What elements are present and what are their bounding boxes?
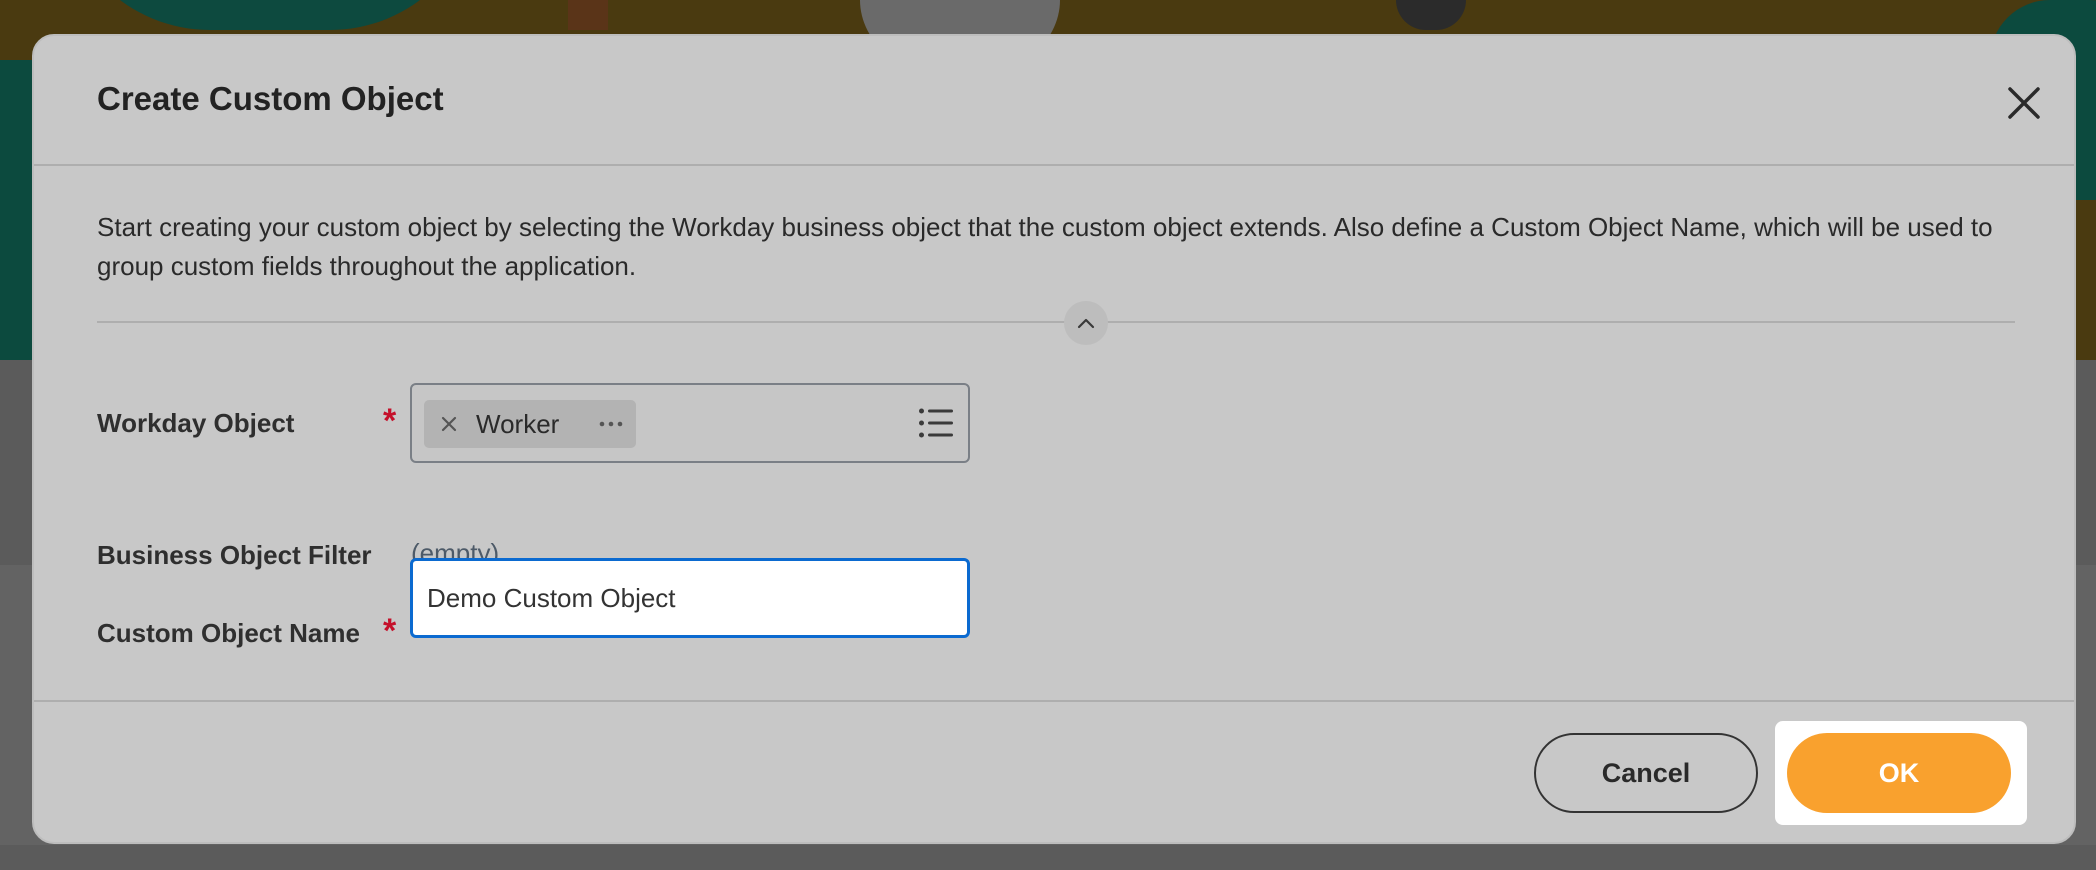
workday-object-label: Workday Object bbox=[97, 408, 295, 438]
selected-item-label: Worker bbox=[476, 408, 560, 439]
banner-tree-illustration bbox=[60, 0, 480, 30]
close-icon bbox=[2008, 87, 2040, 119]
workday-object-required-marker: * bbox=[383, 402, 397, 440]
dialog-title: Create Custom Object bbox=[97, 80, 444, 117]
custom-object-name-input[interactable] bbox=[410, 558, 970, 638]
business-object-filter-label: Business Object Filter bbox=[97, 540, 372, 570]
list-icon[interactable] bbox=[918, 407, 954, 439]
banner-person-illustration bbox=[1396, 0, 1466, 30]
cancel-button[interactable]: Cancel bbox=[1534, 733, 1758, 813]
workday-object-prompt[interactable]: Worker bbox=[410, 383, 970, 463]
remove-selection-button[interactable] bbox=[424, 400, 474, 448]
custom-object-name-label: Custom Object Name bbox=[97, 618, 360, 648]
chevron-up-icon bbox=[1077, 318, 1095, 329]
collapse-description-button[interactable] bbox=[1064, 301, 1108, 345]
dialog-description: Start creating your custom object by sel… bbox=[97, 212, 1993, 281]
description-divider bbox=[97, 321, 2015, 323]
footer-divider bbox=[34, 700, 2074, 702]
ok-button[interactable]: OK bbox=[1787, 733, 2011, 813]
dialog-header: Create Custom Object bbox=[34, 36, 2074, 166]
custom-object-name-required-marker: * bbox=[383, 612, 397, 650]
ellipsis-icon bbox=[599, 421, 623, 427]
banner-trunk-illustration bbox=[568, 0, 608, 30]
selected-item-pill: Worker bbox=[424, 400, 636, 448]
x-icon bbox=[441, 416, 457, 432]
ok-button-highlight: OK bbox=[1775, 721, 2027, 825]
close-button[interactable] bbox=[1999, 78, 2049, 128]
create-custom-object-dialog: Create Custom Object Start creating your… bbox=[32, 34, 2076, 844]
related-actions-button[interactable] bbox=[586, 400, 636, 448]
